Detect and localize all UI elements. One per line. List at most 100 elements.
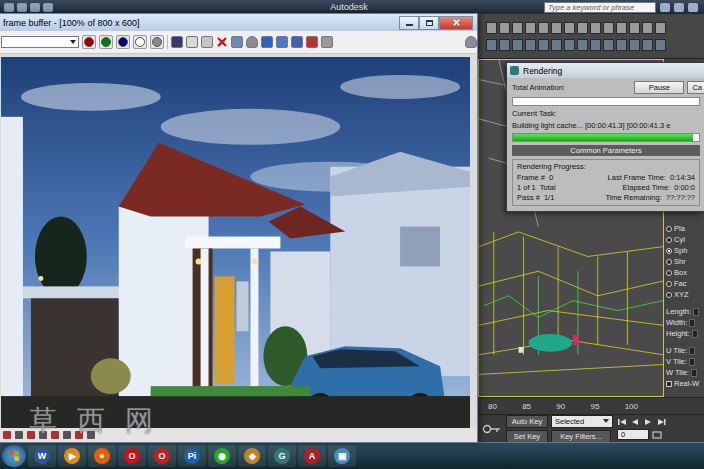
channel-icon[interactable] xyxy=(51,431,59,439)
taskbar-app[interactable]: O xyxy=(118,445,146,467)
channel-icon[interactable] xyxy=(39,431,47,439)
spinner-box[interactable] xyxy=(693,308,699,316)
teapot-icon[interactable] xyxy=(246,36,258,48)
star-icon[interactable] xyxy=(674,3,684,12)
tool-icon[interactable] xyxy=(564,39,575,51)
tool-icon[interactable] xyxy=(486,39,497,51)
dialog-button[interactable]: Pause xyxy=(634,81,684,94)
clear-x-icon[interactable] xyxy=(216,36,228,48)
tool-icon[interactable] xyxy=(629,22,640,34)
tool-icon[interactable] xyxy=(577,39,588,51)
spinner-box[interactable] xyxy=(689,319,695,327)
real-world-checkbox[interactable]: Real-W xyxy=(666,378,704,389)
help-icon[interactable] xyxy=(688,3,698,12)
mapping-option[interactable]: Fac xyxy=(666,278,704,289)
prev-frame-icon[interactable] xyxy=(630,417,640,427)
taskbar-app[interactable]: ▶ xyxy=(58,445,86,467)
taskbar-app[interactable]: ◆ xyxy=(238,445,266,467)
tool-icon[interactable] xyxy=(538,39,549,51)
next-frame-icon[interactable] xyxy=(656,417,666,427)
region-icon[interactable] xyxy=(261,36,273,48)
spinner-box[interactable] xyxy=(689,358,695,366)
copy-image-icon[interactable] xyxy=(186,36,198,48)
radio-button[interactable] xyxy=(666,226,672,232)
channel-toggle[interactable] xyxy=(133,35,147,49)
channel-icon[interactable] xyxy=(75,431,83,439)
tool-icon[interactable] xyxy=(603,39,614,51)
close-button[interactable] xyxy=(439,16,473,30)
taskbar-app[interactable]: G xyxy=(268,445,296,467)
tool-icon[interactable] xyxy=(616,22,627,34)
tool-icon[interactable] xyxy=(642,22,653,34)
compare-a-icon[interactable] xyxy=(291,36,303,48)
tool-icon[interactable] xyxy=(512,22,523,34)
common-parameters-header[interactable]: Common Parameters xyxy=(512,145,700,156)
app-menu-icon[interactable] xyxy=(4,3,14,12)
tool-icon[interactable] xyxy=(564,22,575,34)
tile-field[interactable]: V Tile: xyxy=(666,356,704,367)
size-field[interactable]: Height: xyxy=(666,328,704,339)
tool-icon[interactable] xyxy=(590,22,601,34)
spinner-box[interactable] xyxy=(692,330,698,338)
tool-icon[interactable] xyxy=(551,22,562,34)
binoculars-icon[interactable] xyxy=(660,3,670,12)
minimize-button[interactable] xyxy=(399,16,419,30)
radio-button[interactable] xyxy=(666,270,672,276)
channel-toggle[interactable] xyxy=(116,35,130,49)
new-file-icon[interactable] xyxy=(17,3,27,12)
clone-window-icon[interactable] xyxy=(201,36,213,48)
taskbar-app[interactable]: Pi xyxy=(178,445,206,467)
tool-icon[interactable] xyxy=(590,39,601,51)
tool-icon[interactable] xyxy=(655,22,666,34)
channel-toggle[interactable] xyxy=(82,35,96,49)
taskbar-app[interactable]: ▣ xyxy=(328,445,356,467)
frame-buffer-window[interactable]: frame buffer - [100% of 800 x 600]草 西 网 xyxy=(0,13,478,443)
tool-icon[interactable] xyxy=(499,22,510,34)
tool-icon[interactable] xyxy=(538,22,549,34)
channel-icon[interactable] xyxy=(27,431,35,439)
key-mode-dropdown[interactable]: Selected xyxy=(551,415,613,428)
tool-icon[interactable] xyxy=(603,22,614,34)
key-icon[interactable] xyxy=(482,423,502,435)
render-channel-dropdown[interactable] xyxy=(1,36,79,48)
spinner-box[interactable] xyxy=(691,369,697,377)
go-start-icon[interactable] xyxy=(617,417,627,427)
history-icon[interactable] xyxy=(321,36,333,48)
tool-icon[interactable] xyxy=(486,22,497,34)
auto-key-button[interactable]: Auto Key xyxy=(506,415,548,428)
frame-field[interactable]: 0 xyxy=(617,429,649,440)
tile-field[interactable]: U Tile: xyxy=(666,345,704,356)
mapping-option[interactable]: Pla xyxy=(666,223,704,234)
taskbar-app[interactable]: W xyxy=(28,445,56,467)
tile-field[interactable]: W Tile: xyxy=(666,367,704,378)
channel-icon[interactable] xyxy=(87,431,95,439)
play-icon[interactable] xyxy=(643,417,653,427)
compare-b-icon[interactable] xyxy=(306,36,318,48)
rendering-dialog[interactable]: RenderingTotal Animation:PauseCaCurrent … xyxy=(506,62,704,212)
radio-button[interactable] xyxy=(666,237,672,243)
tool-icon[interactable] xyxy=(655,39,666,51)
mapping-option[interactable]: Cyl xyxy=(666,234,704,245)
time-config-icon[interactable] xyxy=(652,430,662,440)
tool-icon[interactable] xyxy=(642,39,653,51)
channel-icon[interactable] xyxy=(63,431,71,439)
dialog-button[interactable]: Ca xyxy=(687,81,704,94)
radio-button[interactable] xyxy=(666,281,672,287)
search-box[interactable]: Type a keyword or phrase xyxy=(544,2,656,13)
radio-button[interactable] xyxy=(666,259,672,265)
size-field[interactable]: Length: xyxy=(666,306,704,317)
tool-icon[interactable] xyxy=(525,22,536,34)
save-file-icon[interactable] xyxy=(43,3,53,12)
key-filters-button[interactable]: Key Filters... xyxy=(551,430,611,443)
track-icon[interactable] xyxy=(276,36,288,48)
tool-icon[interactable] xyxy=(551,39,562,51)
mapping-option[interactable]: Box xyxy=(666,267,704,278)
radio-button[interactable] xyxy=(666,292,672,298)
channel-icon[interactable] xyxy=(15,431,23,439)
checkbox[interactable] xyxy=(666,381,672,387)
channel-toggle[interactable] xyxy=(99,35,113,49)
radio-button[interactable] xyxy=(666,248,672,254)
maximize-button[interactable] xyxy=(419,16,439,30)
render-teapot-icon[interactable] xyxy=(465,36,477,48)
channel-icon[interactable] xyxy=(3,431,11,439)
